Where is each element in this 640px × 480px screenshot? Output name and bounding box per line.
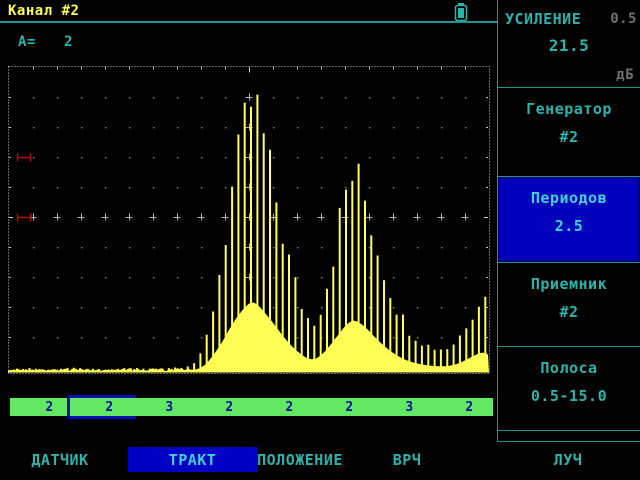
generator-value: #2 <box>498 118 640 146</box>
title-underline <box>0 21 497 23</box>
param-button[interactable]: 2 <box>310 398 373 416</box>
generator-label: Генератор <box>498 88 640 118</box>
device-screen: Канал #2 A= 2 22322232 УСИЛЕНИЕ 0.5 21.5… <box>0 0 640 480</box>
band-label: Полоса <box>498 347 640 377</box>
param-button[interactable]: 3 <box>370 398 433 416</box>
receiver-label: Приемник <box>498 263 640 293</box>
amplitude-label: A= <box>18 34 36 50</box>
menu-tab-3[interactable]: ПОЛОЖЕНИЕ <box>257 451 343 469</box>
gain-step: 0.5 <box>610 11 637 27</box>
menu-tab-2[interactable]: ТРАКТ <box>128 447 257 472</box>
param-button[interactable]: 2 <box>250 398 313 416</box>
menu-tab-1[interactable]: ДАТЧИК <box>31 451 88 469</box>
sidebar-item-receiver[interactable]: Приемник #2 <box>498 263 640 347</box>
battery-icon <box>452 2 470 27</box>
param-button[interactable]: 2 <box>10 398 73 416</box>
sidebar-item-periods[interactable]: Периодов 2.5 <box>498 177 640 263</box>
periods-value: 2.5 <box>498 207 640 235</box>
param-button[interactable]: 2 <box>190 398 253 416</box>
amplitude-value: 2 <box>64 34 73 50</box>
param-button[interactable]: 2 <box>67 395 136 419</box>
receiver-value: #2 <box>498 293 640 321</box>
param-button[interactable]: 2 <box>430 398 493 416</box>
sidebar-item-gain[interactable]: УСИЛЕНИЕ 0.5 21.5 дБ <box>498 0 640 88</box>
amplitude-readout: A= 2 <box>18 34 36 50</box>
menu-tab-5[interactable]: ЛУЧ <box>554 451 583 469</box>
gain-unit: дБ <box>616 67 634 83</box>
menu-tab-4[interactable]: ВРЧ <box>393 451 422 469</box>
gain-label: УСИЛЕНИЕ <box>505 10 581 28</box>
band-value: 0.5-15.0 <box>498 377 640 405</box>
channel-title: Канал #2 <box>8 3 79 19</box>
sidebar-item-band[interactable]: Полоса 0.5-15.0 <box>498 347 640 431</box>
a-scan-plot <box>0 0 497 450</box>
gain-value: 21.5 <box>498 36 640 55</box>
periods-label: Периодов <box>498 177 640 207</box>
param-button[interactable]: 3 <box>130 398 193 416</box>
sidebar-item-generator[interactable]: Генератор #2 <box>498 88 640 177</box>
sidebar: УСИЛЕНИЕ 0.5 21.5 дБ Генератор #2 Период… <box>497 0 640 442</box>
